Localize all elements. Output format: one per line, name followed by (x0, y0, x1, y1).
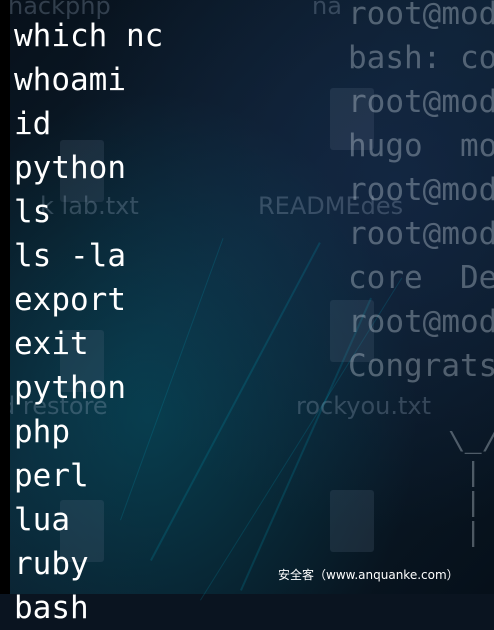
command-list: which nc whoami id python ls ls -la expo… (14, 14, 163, 630)
terminal-line: Congrats (348, 348, 494, 384)
command-line: python (14, 150, 126, 186)
window-edge (0, 0, 10, 594)
command-line: lua (14, 502, 70, 538)
file-icon[interactable] (330, 490, 374, 552)
ascii-art-fragment: \_/ | | | (448, 429, 494, 550)
command-line: ruby (14, 546, 89, 582)
terminal-line: root@mod (348, 172, 494, 208)
command-line: exit (14, 326, 89, 362)
terminal-line: bash: co (348, 40, 494, 76)
command-line: which nc (14, 18, 164, 54)
command-line: id (14, 106, 52, 142)
terminal-line: root@mod (348, 304, 494, 340)
desktop-file-label[interactable]: rockyou.txt (296, 392, 431, 420)
watermark: 安全客（www.anquanke.com） (278, 568, 459, 582)
command-line: whoami (14, 62, 126, 98)
command-line: bash (14, 590, 89, 626)
desktop-file-label[interactable]: na (312, 0, 342, 20)
terminal-line: hugo mo (348, 128, 494, 164)
terminal-line: core De (348, 260, 494, 296)
command-line: python (14, 370, 126, 406)
terminal-line: root@mod (348, 0, 494, 32)
command-line: php (14, 414, 70, 450)
command-line: ls -la (14, 238, 126, 274)
command-line: export (14, 282, 126, 318)
terminal-line: root@mod (348, 216, 494, 252)
command-line: perl (14, 458, 89, 494)
command-line: ls (14, 194, 52, 230)
background-terminal-output: root@mod bash: co root@mod hugo mo root@… (348, 0, 494, 388)
terminal-line: root@mod (348, 84, 494, 120)
